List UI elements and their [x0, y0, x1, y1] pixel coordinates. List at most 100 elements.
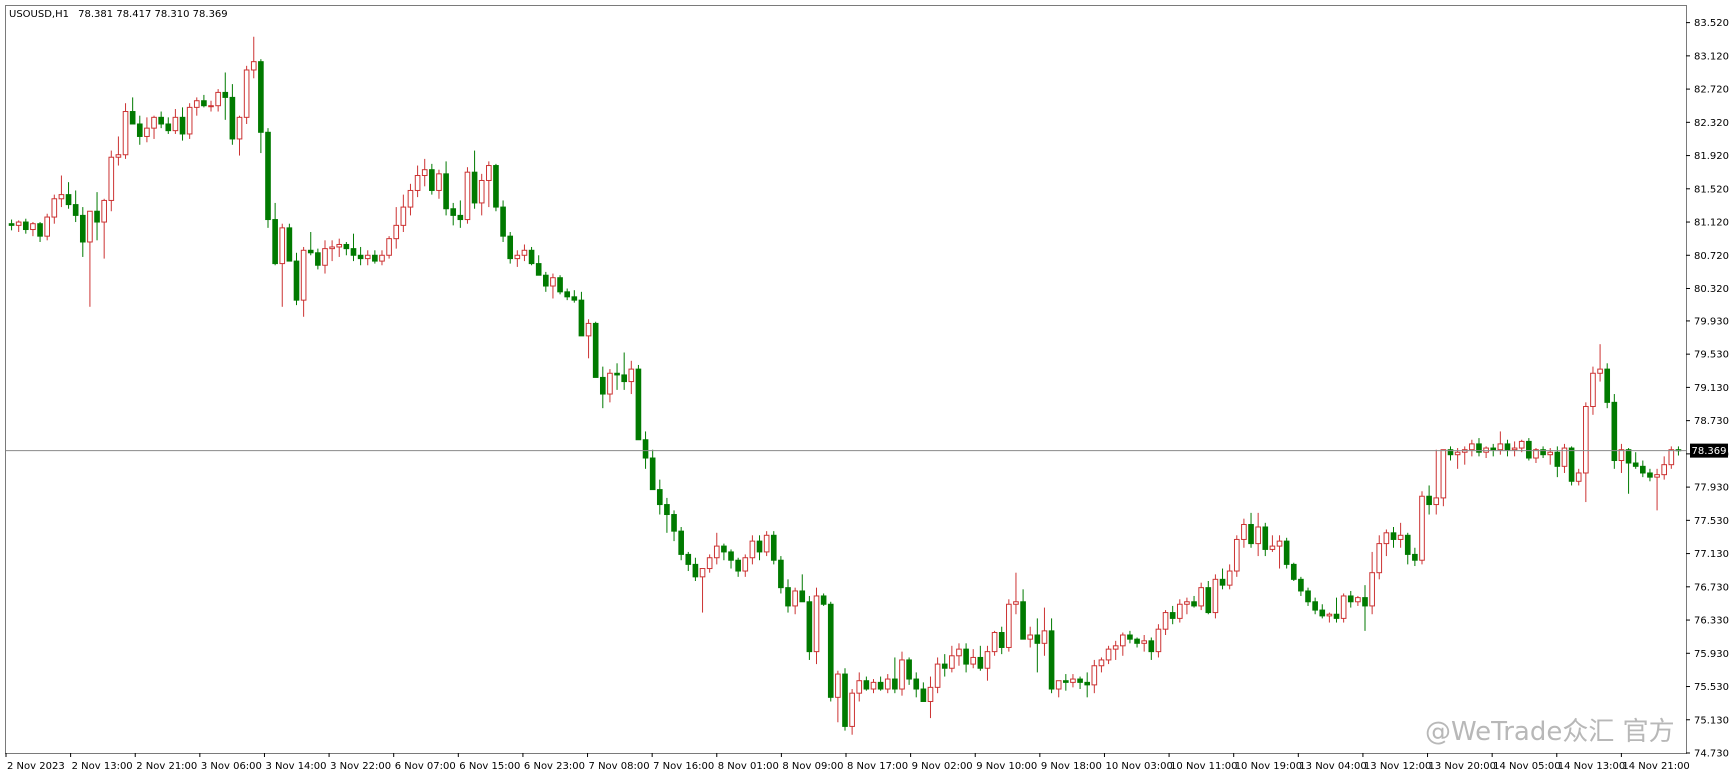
- candle-body: [1077, 678, 1083, 683]
- candle-body: [884, 678, 891, 690]
- candle-body: [956, 648, 962, 657]
- candle-body: [1184, 601, 1190, 605]
- current-price-label: 78.369: [1690, 443, 1728, 458]
- candle-body: [1105, 648, 1112, 661]
- candle-body: [1141, 640, 1147, 644]
- candle-body: [364, 254, 371, 260]
- y-tick-label: 80.320: [1694, 284, 1729, 295]
- candle: [186, 103, 193, 139]
- candlestick-chart: 83.520 83.120 82.720 82.320 81.920 81.520 81.1…: [0, 0, 1733, 777]
- y-tick-label: 81.520: [1694, 184, 1729, 195]
- candle-body: [1176, 603, 1183, 619]
- candle-body: [37, 223, 43, 237]
- candle-body: [799, 590, 806, 603]
- candle-body: [977, 656, 984, 669]
- candle-body: [835, 673, 841, 698]
- candle-body: [1383, 532, 1390, 545]
- candle-body: [229, 96, 236, 140]
- candle-body: [592, 322, 599, 378]
- candle-body: [507, 235, 514, 260]
- candle-body: [101, 199, 107, 223]
- candle-body: [1084, 681, 1091, 686]
- candle-body: [493, 165, 499, 208]
- candle-body: [578, 299, 585, 337]
- candle-body: [357, 254, 364, 260]
- candle-body: [350, 248, 357, 256]
- candle-body: [1006, 603, 1012, 648]
- candle-body: [1169, 612, 1176, 619]
- candle-body: [856, 680, 863, 694]
- candle-body: [842, 673, 848, 727]
- candle-body: [1426, 495, 1432, 506]
- y-tick-label: 79.930: [1694, 316, 1729, 327]
- candle-body: [1440, 449, 1447, 499]
- candle-body: [970, 656, 977, 665]
- candle-body: [813, 595, 820, 653]
- candle-body: [1319, 609, 1326, 617]
- candle-body: [1063, 680, 1069, 683]
- candle-body: [1412, 553, 1418, 561]
- candle-body: [749, 540, 756, 559]
- candle-body: [243, 69, 250, 118]
- candle-body: [998, 632, 1005, 648]
- candle-body: [656, 489, 663, 506]
- candle: [1604, 363, 1611, 409]
- candle-body: [414, 175, 421, 191]
- y-tick-label: 77.130: [1694, 549, 1729, 560]
- candle: [1233, 535, 1240, 577]
- candle-body: [258, 61, 264, 133]
- candle-body: [329, 246, 335, 250]
- x-tick-label: 2 Nov 21:00: [136, 761, 197, 772]
- candle: [991, 630, 998, 656]
- candle-body: [1262, 526, 1269, 550]
- candle-body: [400, 206, 407, 226]
- candle-body: [1611, 401, 1618, 462]
- candle-body: [1219, 578, 1226, 586]
- candle-body: [343, 243, 350, 250]
- candle-body: [79, 214, 86, 243]
- candle-body: [941, 663, 948, 669]
- candle-body: [1155, 628, 1162, 653]
- candle-body: [1490, 447, 1497, 451]
- candle-body: [899, 659, 905, 690]
- candle-body: [785, 587, 791, 607]
- candle-body: [571, 296, 578, 301]
- candle-body: [293, 260, 300, 301]
- candle: [1283, 537, 1290, 569]
- candle-body: [1583, 406, 1589, 474]
- candle-body: [265, 131, 271, 221]
- x-tick-label: 6 Nov 15:00: [459, 761, 520, 772]
- candle-body: [735, 559, 741, 572]
- candle-body: [1647, 472, 1653, 478]
- candle-body: [1597, 368, 1603, 374]
- candle-body: [179, 116, 186, 135]
- candle-body: [763, 534, 770, 553]
- candle: [1440, 449, 1447, 507]
- candle-body: [792, 590, 798, 607]
- candle-body: [1625, 449, 1632, 464]
- candle-body: [1404, 534, 1411, 555]
- x-tick-label: 14 Nov 21:00: [1622, 761, 1689, 772]
- candle-body: [742, 557, 749, 572]
- y-tick-label: 82.320: [1694, 118, 1729, 129]
- candle: [635, 364, 642, 441]
- candle-body: [486, 165, 492, 181]
- candle-body: [471, 171, 478, 204]
- candle-body: [721, 545, 727, 553]
- candle-body: [115, 154, 122, 158]
- x-tick-label: 9 Nov 10:00: [976, 761, 1037, 772]
- x-tick-label: 7 Nov 16:00: [653, 761, 714, 772]
- candle: [44, 213, 50, 241]
- candle-body: [300, 249, 307, 301]
- candle-body: [272, 219, 278, 265]
- candle-body: [806, 601, 813, 653]
- current-price-label-text: 78.369: [1692, 446, 1727, 457]
- x-tick-label: 13 Nov 20:00: [1429, 761, 1496, 772]
- candle-body: [58, 194, 65, 200]
- y-tick-label: 77.930: [1694, 483, 1729, 494]
- candle-body: [756, 540, 763, 553]
- candle-body: [692, 563, 699, 578]
- candle-body: [1241, 523, 1247, 540]
- candle-body: [1148, 640, 1155, 653]
- candle-body: [1013, 601, 1019, 605]
